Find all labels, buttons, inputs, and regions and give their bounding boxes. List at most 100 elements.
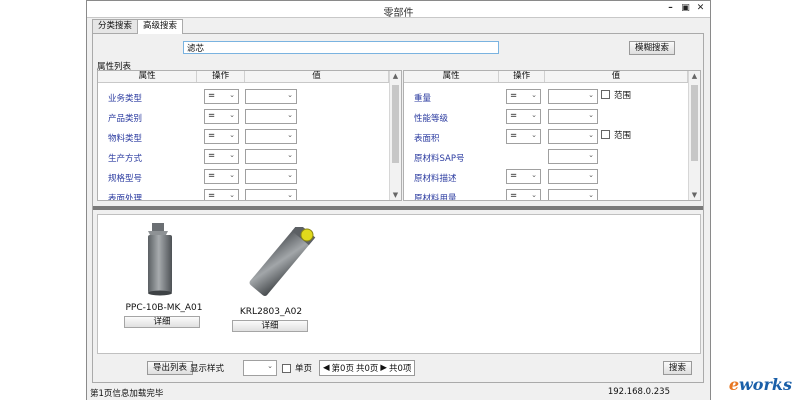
attr-label: 表面积 [414,134,440,144]
attr-label: 原材料用量 [414,194,457,201]
eworks-logo: eworks [728,375,792,394]
detail-button[interactable]: 详细 [124,316,200,328]
attr-row: 原材料描述 = ⌄ ⌄ [404,167,700,187]
operator-select[interactable]: = ⌄ [204,169,239,184]
attr-row: 原材料SAP号 ⌄ [404,147,700,167]
status-message: 第1页信息加载完毕 [90,389,164,399]
tab-bar: 分类搜索 高级搜索 [92,19,184,34]
column-header-op: 操作 [197,71,245,82]
operator-select[interactable]: = ⌄ [204,89,239,104]
vertical-scrollbar[interactable]: ▲ ▼ [688,71,700,200]
single-page-checkbox[interactable] [282,364,291,373]
value-select[interactable]: ⌄ [548,89,598,104]
chevron-down-icon: ⌄ [287,191,293,199]
operator-select[interactable]: = ⌄ [506,189,541,200]
operator-select[interactable]: = ⌄ [506,169,541,184]
maximize-icon[interactable]: ▣ [680,3,691,14]
range-checkbox[interactable] [601,90,610,99]
attr-label: 原材料SAP号 [414,154,465,164]
window-title: 零部件 [383,8,414,19]
chevron-down-icon: ⌄ [287,111,293,119]
single-page-label: 单页 [295,364,313,374]
detail-button[interactable]: 详细 [232,320,308,332]
operator-select[interactable]: = ⌄ [204,189,239,200]
attr-label: 原材料描述 [414,174,457,184]
attr-row: 原材料用量 = ⌄ ⌄ [404,187,700,201]
search-input[interactable] [183,41,499,54]
chevron-down-icon: ⌄ [287,171,293,179]
chevron-down-icon: ⌄ [287,131,293,139]
column-header-value: 值 [245,71,389,82]
tab-advanced-search[interactable]: 高级搜索 [137,19,184,34]
operator-select[interactable]: = ⌄ [204,109,239,124]
attr-label: 重量 [414,94,432,104]
operator-select[interactable]: = ⌄ [506,109,541,124]
range-label: 范围 [614,131,632,141]
value-select[interactable]: ⌄ [245,109,297,124]
value-select[interactable]: ⌄ [245,169,297,184]
tab-category-search[interactable]: 分类搜索 [92,19,139,33]
chevron-down-icon: ⌄ [229,131,235,139]
pane-splitter[interactable] [93,206,703,210]
chevron-down-icon: ⌄ [531,191,537,199]
server-address: 192.168.0.235 [607,387,670,397]
display-style-label: 显示样式 [190,364,225,374]
fuzzy-search-button[interactable]: 模糊搜索 [629,41,676,55]
pager-current: 第0页 [331,364,354,374]
part-name[interactable]: KRL2803_A02 [216,307,326,317]
scroll-up-icon: ▲ [691,72,698,80]
value-select[interactable]: ⌄ [548,189,598,200]
chevron-down-icon: ⌄ [229,151,235,159]
range-label: 范围 [614,91,632,101]
title-bar: 零部件 – ▣ ✕ [87,1,710,19]
main-window: 零部件 – ▣ ✕ 分类搜索 高级搜索 模糊搜索 属性列表 属性 操作 值 业务… [86,0,711,400]
attr-label: 业务类型 [108,94,143,104]
pager-total-pages: 共0页 [355,364,379,374]
part-name[interactable]: PPC-10B-MK_A01 [109,303,219,313]
value-select[interactable]: ⌄ [548,149,598,164]
attr-label: 规格型号 [108,174,143,184]
filter-cartridge-image [249,223,316,297]
scroll-down-icon: ▼ [691,191,698,199]
chevron-down-icon: ⌄ [229,111,235,119]
chevron-down-icon: ⌄ [229,171,235,179]
attr-row: 生产方式 = ⌄ ⌄ [98,147,401,167]
attr-row: 规格型号 = ⌄ ⌄ [98,167,401,187]
column-header-attr: 属性 [404,71,500,82]
pane-header: 属性 操作 值 [98,71,389,83]
operator-select[interactable]: = ⌄ [204,149,239,164]
value-select[interactable]: ⌄ [245,189,297,200]
chevron-down-icon: ⌄ [588,171,594,179]
value-select[interactable]: ⌄ [548,129,598,144]
pager: ◀ 第0页 共0页 ▶ 共0项 [319,360,416,376]
operator-select[interactable]: = ⌄ [506,89,541,104]
operator-select[interactable]: = ⌄ [204,129,239,144]
display-style-select[interactable]: ⌄ [243,360,277,376]
column-header-value: 值 [545,71,688,82]
attr-label: 生产方式 [108,154,143,164]
range-checkbox[interactable] [601,130,610,139]
part-thumbnail[interactable] [134,223,204,297]
prev-page-icon[interactable]: ◀ [323,363,330,373]
value-select[interactable]: ⌄ [245,129,297,144]
next-page-icon[interactable]: ▶ [380,363,387,373]
chevron-down-icon: ⌄ [287,91,293,99]
search-button[interactable]: 搜索 [663,361,693,375]
value-select[interactable]: ⌄ [245,149,297,164]
attr-label: 物料类型 [108,134,143,144]
attr-row: 产品类别 = ⌄ ⌄ [98,107,401,127]
attr-label: 表面处理 [108,194,143,201]
attribute-pane-left: 属性 操作 值 业务类型 = ⌄ ⌄ 产品类别 = ⌄ ⌄ 物料类型 = ⌄ ⌄ 生产… [97,70,402,201]
chevron-down-icon: ⌄ [531,111,537,119]
part-thumbnail[interactable] [238,223,322,301]
export-list-button[interactable]: 导出列表 [147,361,194,375]
close-icon[interactable]: ✕ [695,3,706,14]
value-select[interactable]: ⌄ [245,89,297,104]
operator-select[interactable]: = ⌄ [506,129,541,144]
value-select[interactable]: ⌄ [548,109,598,124]
attr-row: 性能等级 = ⌄ ⌄ [404,107,700,127]
value-select[interactable]: ⌄ [548,169,598,184]
vertical-scrollbar[interactable]: ▲ ▼ [389,71,401,200]
attr-row: 物料类型 = ⌄ ⌄ [98,127,401,147]
minimize-icon[interactable]: – [665,3,676,14]
